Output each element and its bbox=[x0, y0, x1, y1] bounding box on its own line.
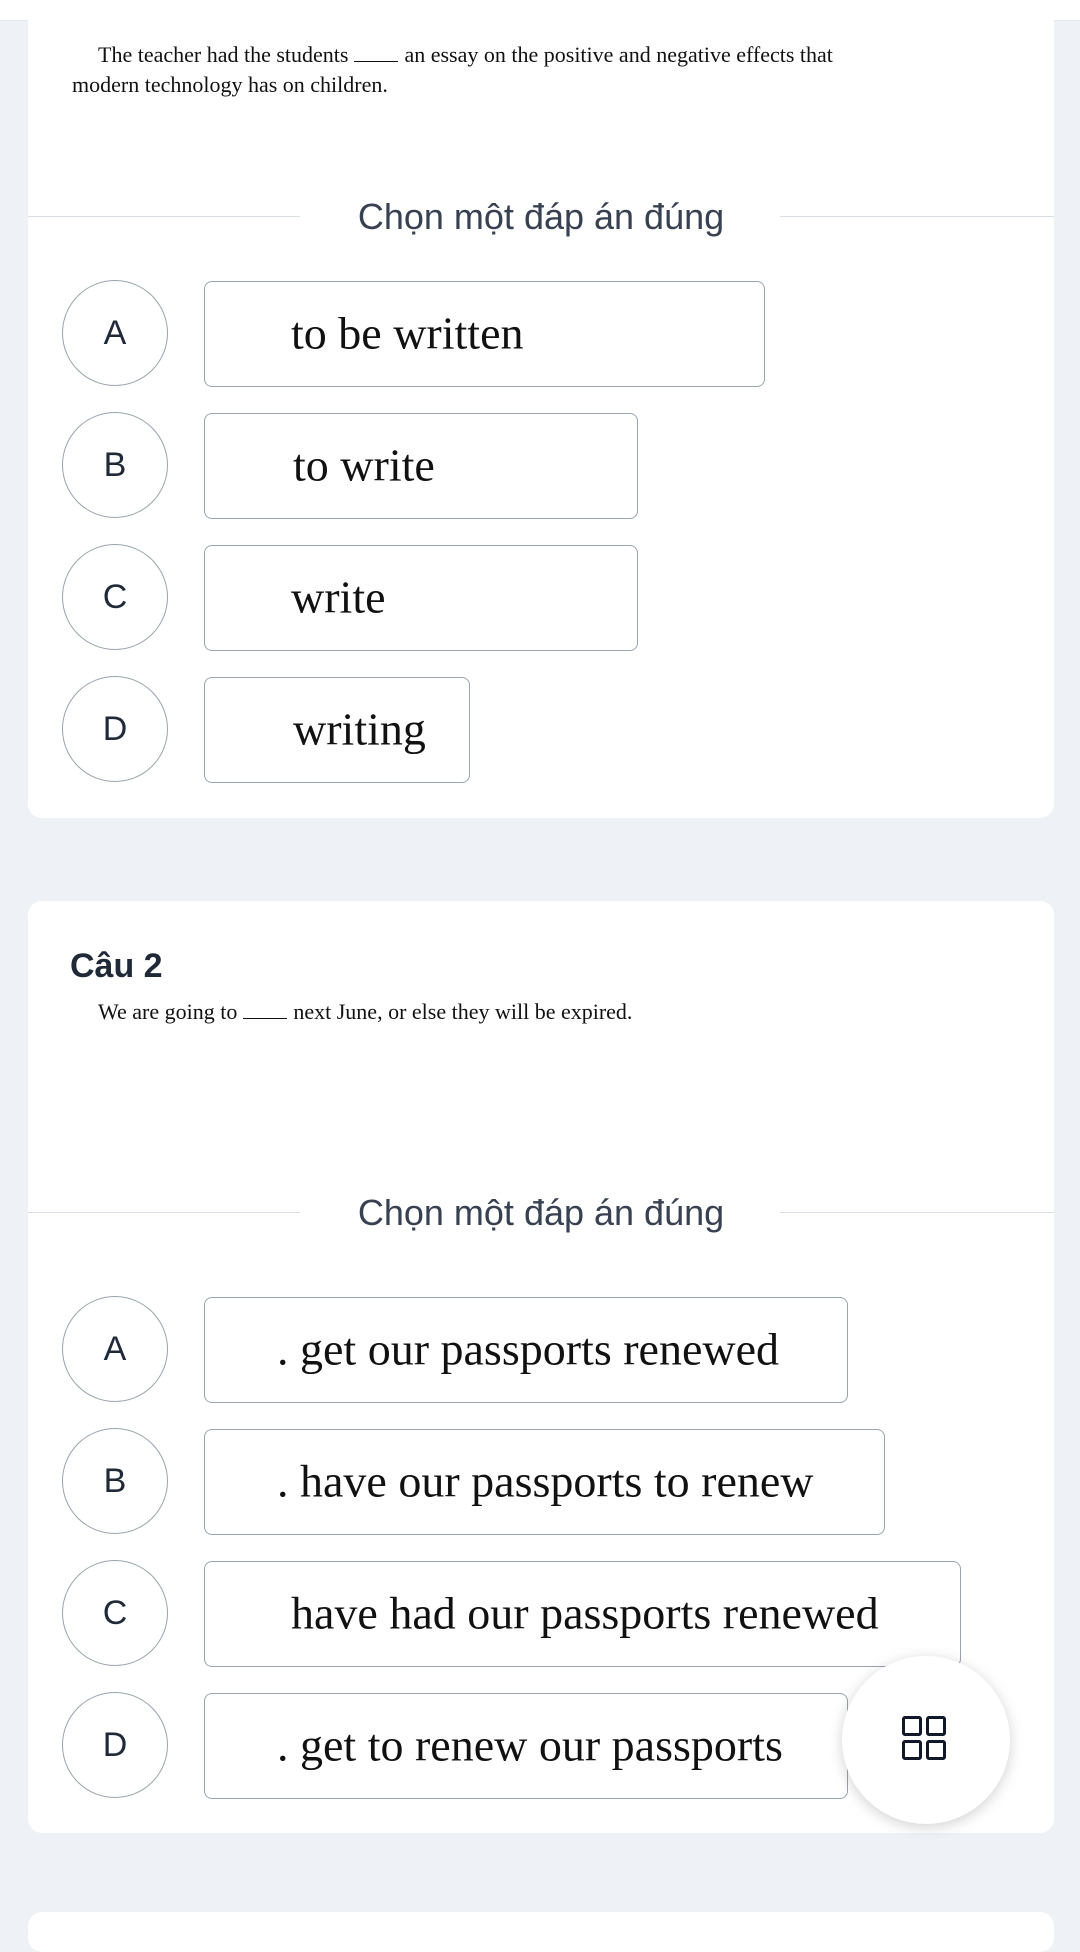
question-grid-button[interactable] bbox=[842, 1656, 1010, 1824]
option-b-text: . have our passports to renew bbox=[277, 1455, 814, 1507]
option-a-text: . get our passports renewed bbox=[277, 1323, 780, 1375]
option-d-button[interactable]: writing bbox=[204, 677, 470, 783]
question-1-text-line2: modern technology has on children. bbox=[72, 72, 388, 97]
option-c-text: have had our passports renewed bbox=[291, 1587, 879, 1639]
question-2-text: We are going to next June, or else they w… bbox=[98, 997, 632, 1027]
option-b-text: to write bbox=[293, 439, 435, 491]
next-card bbox=[28, 1912, 1054, 1952]
option-d-letter[interactable]: D bbox=[62, 676, 168, 782]
option-c-text: write bbox=[291, 571, 386, 623]
option-a-letter[interactable]: A bbox=[62, 1296, 168, 1402]
question-card-1: The teacher had the students an essay on … bbox=[28, 20, 1054, 818]
option-c-button[interactable]: have had our passports renewed bbox=[204, 1561, 961, 1667]
top-edge bbox=[0, 0, 1080, 21]
answer-blank bbox=[354, 41, 399, 62]
option-d-text: writing bbox=[293, 703, 426, 755]
prompt-divider: Chọn một đáp án đúng bbox=[28, 192, 1054, 242]
answer-blank bbox=[243, 998, 288, 1019]
option-b-letter[interactable]: B bbox=[62, 412, 168, 518]
option-c-letter[interactable]: C bbox=[62, 1560, 168, 1666]
option-a-button[interactable]: . get our passports renewed bbox=[204, 1297, 848, 1403]
option-d-text: . get to renew our passports bbox=[277, 1719, 783, 1771]
option-a-text: to be written bbox=[291, 307, 524, 359]
option-d-button[interactable]: . get to renew our passports bbox=[204, 1693, 848, 1799]
option-c-button[interactable]: write bbox=[204, 545, 638, 651]
question-1-text-part2: an essay on the positive and negative ef… bbox=[404, 42, 833, 67]
prompt-divider: Chọn một đáp án đúng bbox=[28, 1188, 1054, 1238]
choose-answer-prompt: Chọn một đáp án đúng bbox=[357, 196, 725, 237]
option-a-button[interactable]: to be written bbox=[204, 281, 765, 387]
question-2-title: Câu 2 bbox=[70, 947, 163, 985]
option-d-letter[interactable]: D bbox=[62, 1692, 168, 1798]
option-b-letter[interactable]: B bbox=[62, 1428, 168, 1534]
question-2-text-part1: We are going to bbox=[98, 999, 238, 1024]
choose-answer-prompt: Chọn một đáp án đúng bbox=[357, 1192, 725, 1233]
option-b-button[interactable]: . have our passports to renew bbox=[204, 1429, 885, 1535]
option-c-letter[interactable]: C bbox=[62, 544, 168, 650]
question-1-text-part1: The teacher had the students bbox=[98, 42, 349, 67]
question-2-text-part2: next June, or else they will be expired. bbox=[293, 999, 633, 1024]
option-b-button[interactable]: to write bbox=[204, 413, 638, 519]
question-1-text: The teacher had the students an essay on … bbox=[98, 40, 833, 70]
option-a-letter[interactable]: A bbox=[62, 280, 168, 386]
